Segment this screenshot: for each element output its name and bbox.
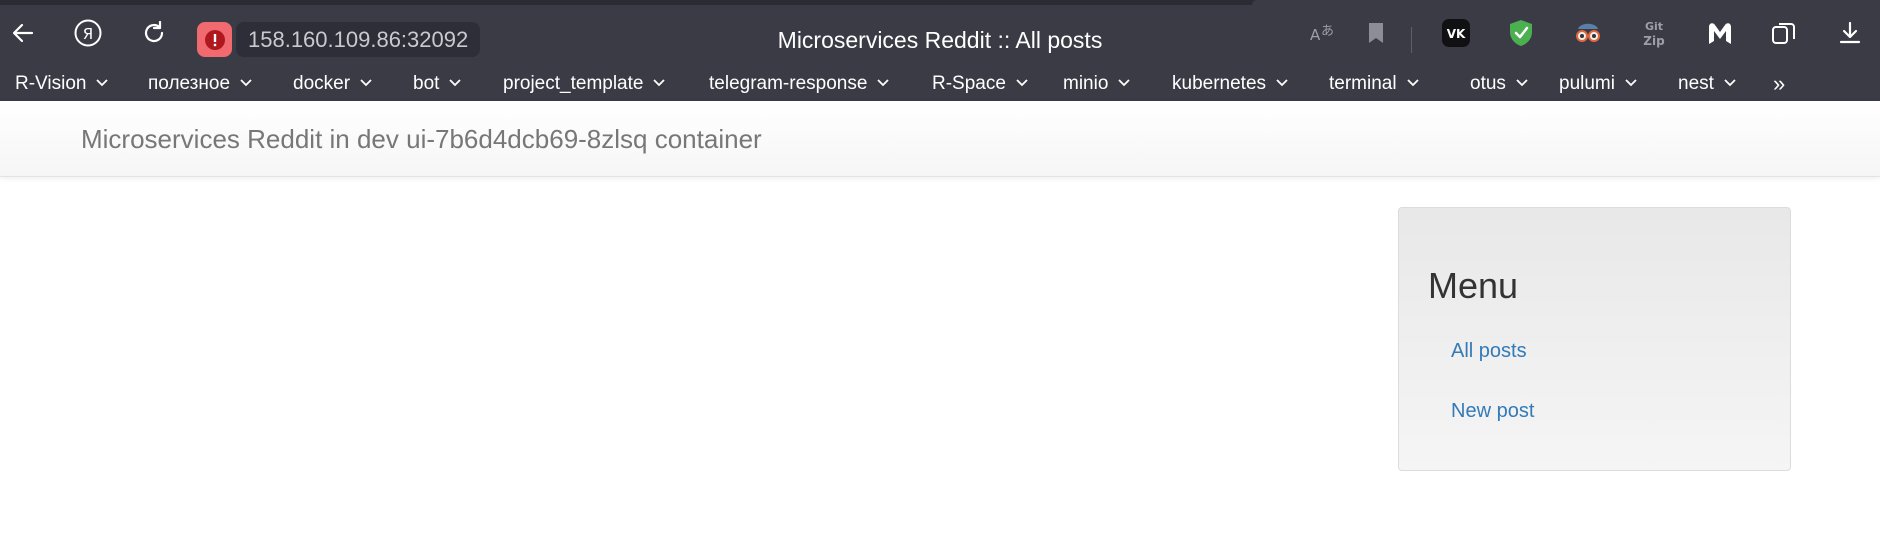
bookmark-folder-minio[interactable]: minio: [1063, 68, 1131, 98]
adguard-shield-icon[interactable]: [1505, 17, 1537, 49]
chevron-down-icon: [449, 68, 462, 96]
yandex-icon[interactable]: Я: [72, 17, 104, 49]
navbar-brand[interactable]: Microservices Reddit in dev ui-7b6d4dcb6…: [81, 122, 762, 156]
incognito-glasses-icon[interactable]: [1572, 17, 1604, 49]
bookmark-folder-label: otus: [1470, 73, 1506, 95]
bookmark-folder-label: telegram-response: [709, 73, 868, 95]
bookmark-folder-label: nest: [1678, 73, 1714, 95]
bookmark-folder-label: bot: [413, 73, 440, 95]
chevron-down-icon: [1516, 68, 1528, 96]
svg-text:あ: あ: [1321, 24, 1334, 39]
menu-link-all-posts[interactable]: All posts: [1451, 338, 1527, 364]
chevron-down-icon: [1724, 68, 1736, 96]
chevron-down-icon: [240, 68, 252, 96]
svg-text:VK: VK: [1447, 27, 1466, 41]
translate-icon[interactable]: Aあ: [1306, 17, 1338, 49]
bookmark-folder-r-vision[interactable]: R-Vision: [15, 68, 109, 98]
chevron-down-icon: [877, 68, 890, 96]
bookmark-folder-useful[interactable]: полезное: [148, 70, 252, 98]
download-icon[interactable]: [1834, 17, 1866, 49]
bookmark-folder-label: minio: [1063, 73, 1109, 95]
svg-text:Zip: Zip: [1643, 34, 1665, 48]
bookmark-folder-label: R-Vision: [15, 73, 87, 95]
malwarebytes-icon[interactable]: [1704, 17, 1736, 49]
back-icon[interactable]: [7, 17, 39, 49]
browser-toolbar: Я 158.160.109.86:32092 Microservices Red…: [0, 5, 1880, 67]
bookmark-folder-project-template[interactable]: project_template: [503, 68, 666, 98]
address-bar[interactable]: 158.160.109.86:32092: [236, 22, 481, 57]
bookmark-folder-pulumi[interactable]: pulumi: [1559, 70, 1637, 98]
bookmark-folder-bot[interactable]: bot: [413, 68, 462, 98]
bookmark-folder-label: pulumi: [1559, 73, 1615, 95]
bookmark-folder-label: terminal: [1329, 73, 1397, 95]
tab-title: Microservices Reddit :: All posts: [777, 27, 1103, 53]
bookmark-folder-label: R-Space: [932, 73, 1006, 95]
chevron-down-icon: [1016, 68, 1028, 96]
site-navbar: Microservices Reddit in dev ui-7b6d4dcb6…: [0, 101, 1880, 177]
chevron-down-icon: [360, 68, 372, 96]
chevron-down-icon: [1406, 68, 1419, 96]
svg-text:Git: Git: [1645, 20, 1663, 33]
svg-text:Я: Я: [83, 25, 93, 43]
svg-text:A: A: [1310, 26, 1321, 44]
sidebar-menu: Menu All posts New post: [1398, 207, 1791, 471]
bookmark-folder-docker[interactable]: docker: [293, 70, 372, 98]
bookmarks-overflow-button[interactable]: »: [1773, 70, 1785, 98]
chevron-down-icon: [1625, 68, 1637, 96]
gitzip-icon[interactable]: Git Zip: [1638, 17, 1670, 49]
chevron-down-icon: [96, 68, 109, 96]
chevron-down-icon: [1276, 68, 1288, 96]
vk-icon[interactable]: VK: [1440, 17, 1472, 49]
bookmark-folder-label: docker: [293, 73, 351, 95]
menu-link-new-post[interactable]: New post: [1451, 398, 1534, 424]
collections-icon[interactable]: [1768, 17, 1800, 49]
bookmark-folder-terminal[interactable]: terminal: [1329, 70, 1419, 98]
chevron-down-icon: [653, 68, 666, 96]
bookmark-folder-otus[interactable]: otus: [1470, 70, 1528, 98]
browser-chrome: Я 158.160.109.86:32092 Microservices Red…: [0, 0, 1880, 101]
bookmarks-bar: R-Vision полезное docker bot project_tem…: [0, 67, 1880, 101]
bookmark-folder-nest[interactable]: nest: [1678, 70, 1736, 98]
bookmark-folder-label: kubernetes: [1172, 73, 1267, 95]
bookmark-icon[interactable]: [1360, 17, 1392, 49]
security-warning-icon[interactable]: [197, 22, 232, 57]
bookmark-folder-r-space[interactable]: R-Space: [932, 70, 1028, 98]
bookmark-folder-kubernetes[interactable]: kubernetes: [1172, 70, 1288, 98]
menu-heading: Menu: [1428, 265, 1519, 306]
bookmark-folder-telegram-response[interactable]: telegram-response: [709, 68, 890, 98]
toolbar-separator: [1411, 27, 1412, 53]
reload-icon[interactable]: [138, 17, 170, 49]
chevron-down-icon: [1118, 68, 1131, 96]
bookmark-folder-label: project_template: [503, 73, 644, 95]
bookmark-folder-label: полезное: [148, 73, 231, 95]
